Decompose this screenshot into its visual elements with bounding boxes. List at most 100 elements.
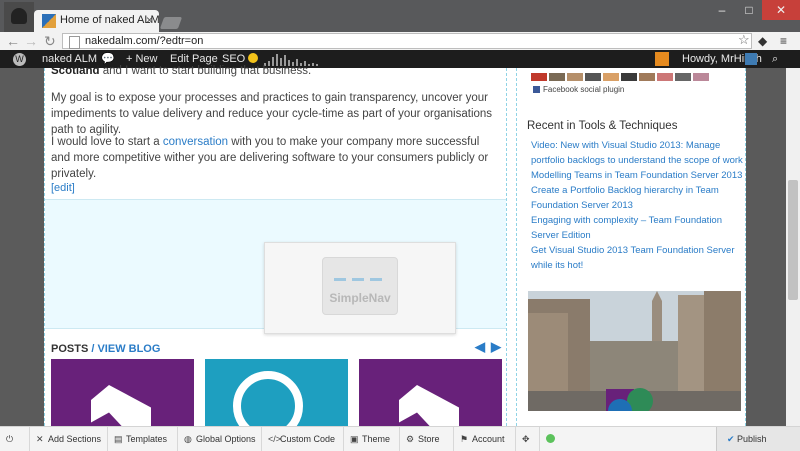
theme-label: Theme [362,434,391,444]
extension-stack-icon[interactable]: ◆ [758,34,767,48]
chrome-menu-icon[interactable]: ≡ [780,34,787,48]
recent-item[interactable]: Modelling Teams in Team Foundation Serve… [531,168,743,183]
view-blog-link[interactable]: VIEW BLOG [97,343,160,355]
page-viewport: Scotland and I want to start building th… [0,65,800,426]
account-button[interactable]: ⚑ Account [454,427,516,451]
notification-icon[interactable] [655,52,669,66]
reload-icon[interactable]: ↻ [44,33,56,49]
location-bold: Scotland [51,65,100,77]
templates-label: Templates [126,434,168,444]
conversation-text-pre: I would love to start a [51,136,163,148]
image-icon: ▣ [350,434,359,444]
partial-paragraph: Scotland and I want to start building th… [51,63,501,79]
status-dot-icon [546,434,555,443]
globe-icon: ◍ [184,434,192,444]
conversation-link[interactable]: conversation [163,136,228,148]
code-icon: </> [268,434,282,444]
page-builder-bar: ⏻ ✕ Add Sections ▤ Templates ◍ Global Optio… [0,426,800,451]
maximize-button[interactable]: □ [736,0,762,20]
page-right-margin [746,68,786,426]
recent-item[interactable]: Create a Portfolio Backlog hierarchy in … [531,183,743,213]
document-icon: ▤ [114,434,123,444]
visual-studio-logo-icon [91,385,151,426]
partial-paragraph-text: and I want to start building that busine… [99,65,312,77]
main-content: Scotland and I want to start building th… [44,65,507,426]
posts-label: POSTS [51,343,89,355]
close-window-button[interactable]: ✕ [762,0,800,20]
tab-close-icon[interactable]: × [146,13,153,27]
browser-titlebar: Home of naked ALM × – □ ✕ [0,0,800,32]
address-text: nakedalm.com/?edtr=on [85,35,204,47]
status-indicator[interactable] [540,427,564,451]
page-icon [69,36,80,49]
wordpress-logo-icon[interactable]: W [13,53,26,66]
power-button[interactable]: ⏻ [0,427,30,451]
city-street-photo [528,291,741,411]
post-thumbnail-3[interactable] [359,359,502,426]
gear-icon: ⚙ [406,434,415,444]
chrome-user-avatar[interactable] [4,2,34,32]
sidebar: Facebook social plugin Recent in Tools &… [516,68,746,426]
page-left-margin [0,68,44,426]
bookmark-star-icon[interactable]: ☆ [738,32,750,48]
facebook-icon [533,86,540,93]
facebook-plugin-text: Facebook social plugin [543,85,625,94]
simplenav-section[interactable]: SimpleNav [45,199,506,334]
store-label: Store [418,434,440,444]
search-icon[interactable]: ⌕ [772,50,778,68]
power-icon: ⏻ [6,434,14,444]
recent-item[interactable]: Get Visual Studio 2013 Team Foundation S… [531,243,743,273]
conversation-paragraph: I would love to start a conversation wit… [51,134,501,182]
publish-button[interactable]: ✔ Publish [716,427,800,451]
recent-list: Video: New with Visual Studio 2013: Mana… [531,138,743,273]
move-icon: ✥ [522,434,530,444]
check-icon: ✔ [727,434,738,444]
facebook-plugin-label[interactable]: Facebook social plugin [533,85,624,94]
browser-tab-active[interactable]: Home of naked ALM × [34,10,159,32]
minimize-button[interactable]: – [708,0,736,20]
add-sections-label: Add Sections [48,434,102,444]
custom-code-label: Custom Code [280,434,336,444]
visual-studio-logo-icon [399,385,459,426]
store-button[interactable]: ⚙ Store [400,427,454,451]
address-bar[interactable]: nakedalm.com/?edtr=on [62,33,752,49]
shuffle-icon: ✕ [36,434,44,444]
tab-title: Home of naked ALM [60,14,159,26]
user-avatar[interactable] [745,53,757,65]
simplenav-logo: SimpleNav [322,257,398,315]
next-arrow-icon[interactable]: ▶ [491,339,501,355]
seo-status-icon [248,53,259,63]
goal-paragraph: My goal is to expose your processes and … [51,92,493,136]
add-sections-button[interactable]: ✕ Add Sections [30,427,108,451]
posts-heading: POSTS / VIEW BLOG [51,343,160,355]
simplenav-placeholder[interactable]: SimpleNav [264,242,456,334]
back-arrow-icon[interactable]: ← [6,33,20,49]
recent-item[interactable]: Engaging with complexity – Team Foundati… [531,213,743,243]
scrollbar-thumb[interactable] [788,180,798,300]
custom-code-button[interactable]: </>Custom Code [262,427,344,451]
edit-link[interactable]: [edit] [51,182,75,194]
recent-item[interactable]: Video: New with Visual Studio 2013: Mana… [531,138,743,168]
browser-toolbar: ← → ↻ nakedalm.com/?edtr=on ☆ ◆ ≡ [0,32,800,50]
facebook-faces-strip [531,68,731,81]
recent-heading: Recent in Tools & Techniques [527,120,678,132]
new-tab-button[interactable] [159,17,183,29]
global-options-button[interactable]: ◍ Global Options [178,427,262,451]
column-gutter [507,68,516,426]
publish-label: Publish [737,434,767,444]
global-options-label: Global Options [196,434,256,444]
vertical-scrollbar[interactable] [786,68,800,426]
account-label: Account [472,434,505,444]
post-thumbnail-2[interactable] [205,359,348,426]
templates-button[interactable]: ▤ Templates [108,427,178,451]
theme-button[interactable]: ▣ Theme [344,427,400,451]
prev-arrow-icon[interactable]: ◀ [475,339,485,355]
site-favicon-icon [42,14,56,28]
account-icon: ⚑ [460,434,469,444]
move-button[interactable]: ✥ [516,427,540,451]
simplenav-label: SimpleNav [329,291,391,305]
city-street-illustration [528,291,741,411]
ring-logo-icon [233,371,303,426]
forward-arrow-icon[interactable]: → [24,33,38,49]
post-thumbnail-1[interactable] [51,359,194,426]
